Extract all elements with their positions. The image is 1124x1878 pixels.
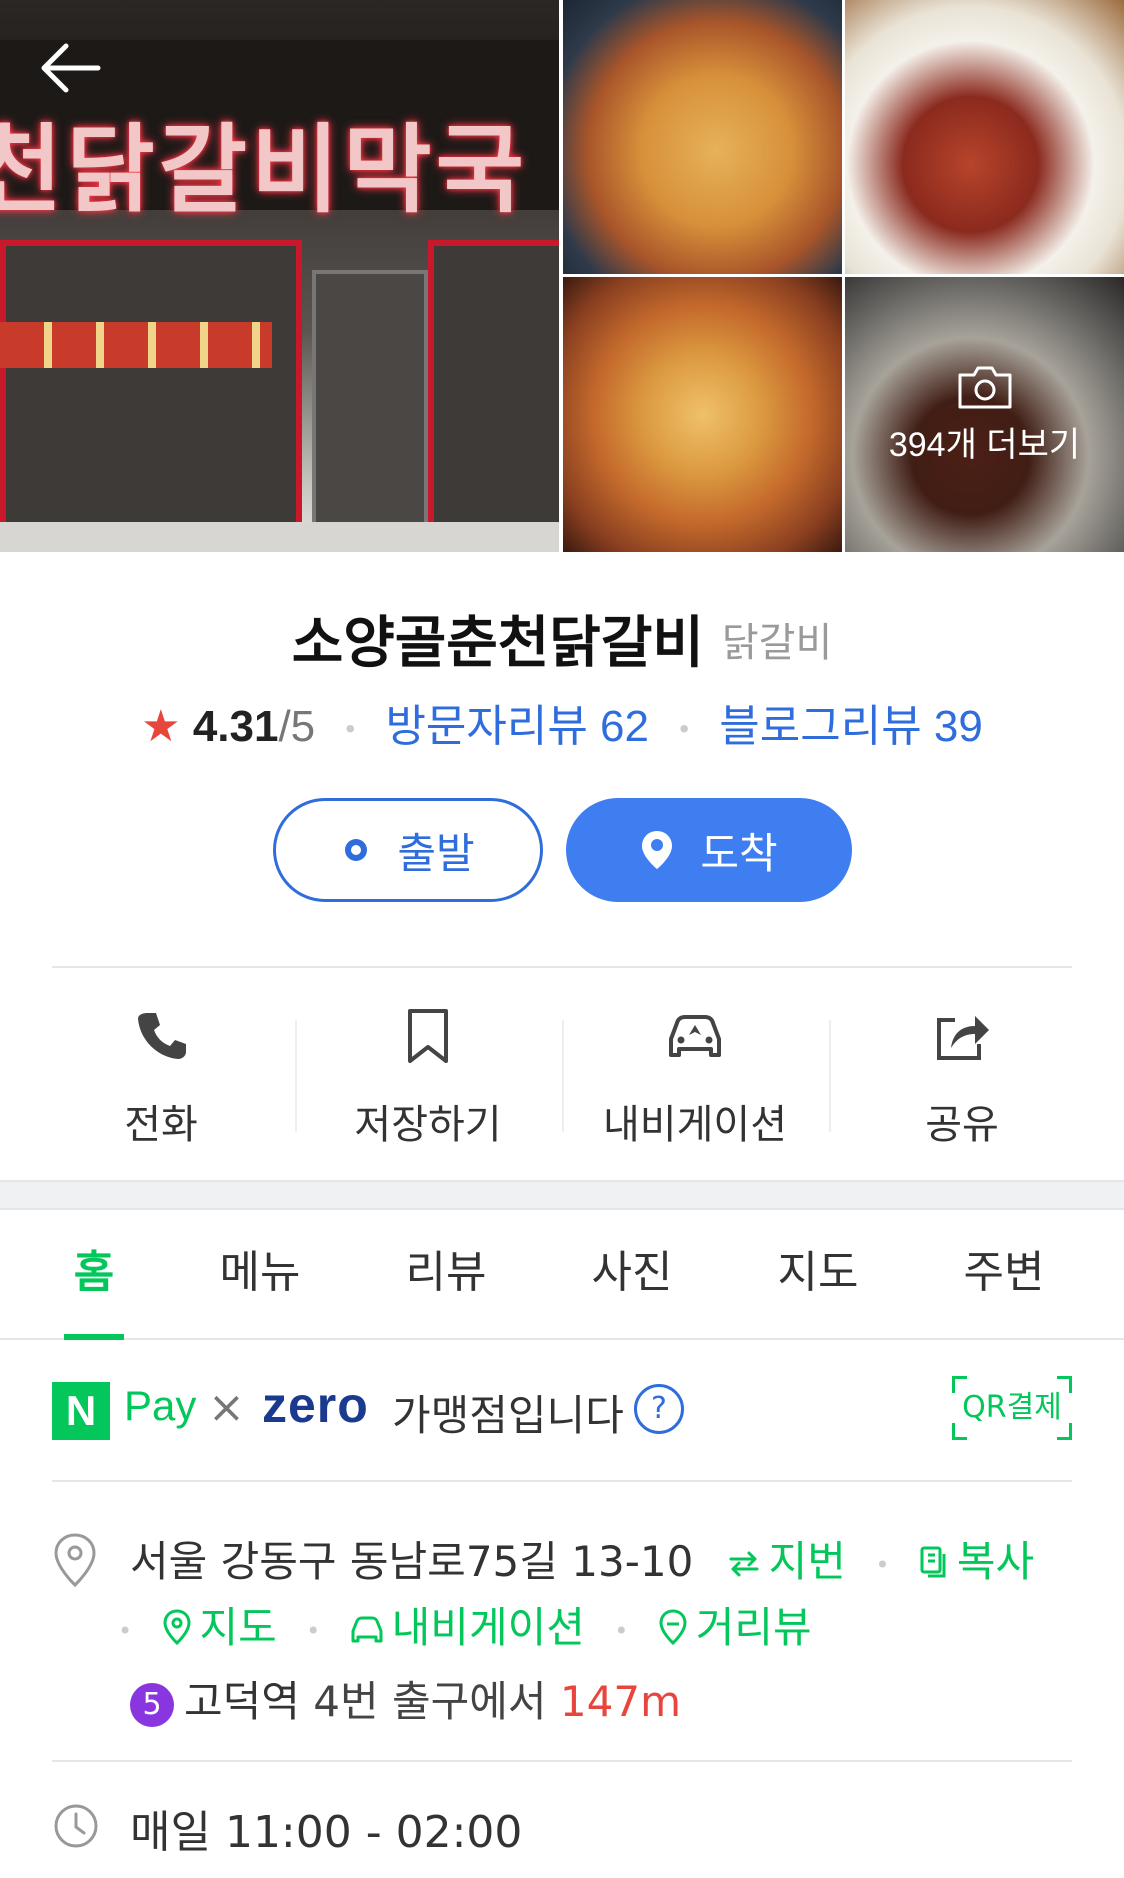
separator-dot: • (118, 1616, 133, 1645)
depart-label: 출발 (397, 828, 475, 878)
tab-nearby[interactable]: 주변 (944, 1208, 1064, 1338)
share-button[interactable]: 공유 (829, 1004, 1095, 1148)
separator-dot: • (345, 713, 356, 745)
navigation-link[interactable]: 내비게이션 (350, 1603, 585, 1652)
car-icon (562, 1004, 828, 1068)
separator-dot: • (875, 1550, 890, 1579)
pay-row: N Pay × zero 가맹점입니다 ? QR결제 (52, 1376, 1072, 1446)
divider (52, 966, 1072, 968)
station-distance: 147m (559, 1677, 681, 1726)
call-button[interactable]: 전화 (28, 1004, 294, 1148)
storefront-window (0, 240, 302, 532)
blog-reviews-link[interactable]: 블로그리뷰 39 (719, 702, 983, 751)
divider (52, 1480, 1072, 1482)
action-row: 전화 저장하기 내비게이션 공유 (0, 1004, 1124, 1148)
qr-pay-label: QR결제 (962, 1390, 1062, 1425)
pay-merchant-text: 가맹점입니다 (392, 1391, 624, 1440)
map-pin-icon (162, 1606, 192, 1655)
photo-gallery: 천닭갈비막국 394개 더보기 (0, 0, 1124, 552)
lot-address-button[interactable]: 지번 (727, 1537, 846, 1586)
call-label: 전화 (124, 1102, 198, 1148)
lot-address-label: 지번 (768, 1537, 846, 1586)
separator-dot: • (614, 1616, 629, 1645)
phone-icon (28, 1004, 294, 1068)
swap-icon (727, 1540, 761, 1589)
window-menu-posters (0, 322, 272, 368)
title-row: 소양골춘천닭갈비 닭갈비 (0, 598, 1124, 679)
map-link-label: 지도 (199, 1603, 277, 1652)
sign-lettering: 천닭갈비막국 (0, 114, 528, 226)
rating-out-of: /5 (278, 702, 316, 751)
camera-icon (958, 366, 1011, 409)
naver-pay-logo: N (52, 1382, 110, 1440)
station-exit-text: 4번 출구에서 (313, 1677, 547, 1726)
station-name: 고덕역 (184, 1677, 300, 1726)
location-pin-icon (52, 1532, 98, 1592)
depart-dot-icon (341, 835, 371, 865)
depart-button[interactable]: 출발 (273, 798, 543, 902)
storefront-window-right (428, 240, 559, 532)
copy-icon (919, 1540, 949, 1589)
bookmark-icon (295, 1004, 561, 1068)
street-view-label: 거리뷰 (695, 1603, 812, 1652)
subway-info: 5 고덕역 4번 출구에서 147m (130, 1668, 681, 1729)
place-title: 소양골춘천닭갈비 (291, 611, 704, 676)
qr-pay-button[interactable]: QR결제 (952, 1376, 1072, 1440)
separator-dot: • (679, 713, 690, 745)
naver-pay-label: Pay (124, 1382, 197, 1429)
save-label: 저장하기 (354, 1102, 502, 1148)
back-arrow-icon[interactable] (38, 40, 102, 96)
save-button[interactable]: 저장하기 (295, 1004, 561, 1148)
active-tab-indicator (64, 1334, 124, 1340)
subway-line-badge: 5 (130, 1682, 174, 1727)
car-icon (350, 1606, 384, 1655)
street-view-icon (658, 1606, 688, 1655)
help-icon[interactable]: ? (634, 1384, 684, 1434)
tab-bar: 홈 메뉴 리뷰 사진 지도 주변 (0, 1208, 1124, 1340)
copy-address-button[interactable]: 복사 (919, 1537, 1034, 1586)
visitor-reviews-link[interactable]: 방문자리뷰 62 (385, 702, 649, 751)
tab-map[interactable]: 지도 (758, 1208, 878, 1338)
place-category: 닭갈비 (721, 619, 833, 666)
times-icon: × (208, 1382, 245, 1433)
navigation-button[interactable]: 내비게이션 (562, 1004, 828, 1148)
business-hours: 매일 11:00 - 02:00 (130, 1807, 523, 1858)
navigation-label: 내비게이션 (603, 1102, 787, 1148)
more-photos-button[interactable]: 394개 더보기 (845, 277, 1124, 552)
tab-home[interactable]: 홈 (44, 1208, 144, 1338)
arrive-button[interactable]: 도착 (566, 798, 852, 902)
share-icon (829, 1004, 1095, 1068)
tab-reviews[interactable]: 리뷰 (386, 1208, 506, 1338)
rating-row: ★ 4.31/5 • 방문자리뷰 62 • 블로그리뷰 39 (0, 690, 1124, 754)
sidewalk (0, 522, 559, 552)
tab-menu[interactable]: 메뉴 (200, 1208, 320, 1338)
more-photos-label: 394개 더보기 (888, 426, 1081, 464)
street-view-link[interactable]: 거리뷰 (658, 1603, 812, 1652)
divider (52, 1760, 1072, 1762)
address-line: 서울 강동구 동남로75길 13-10 지번 • 복사 (130, 1528, 1034, 1589)
location-pin-icon (640, 829, 674, 871)
address-actions: • 지도 • 내비게이션 • 거리뷰 (118, 1594, 812, 1655)
food-photo-3[interactable] (563, 277, 842, 552)
star-icon: ★ (141, 702, 181, 751)
zero-pay-logo: zero (262, 1377, 369, 1433)
food-photo-2[interactable] (845, 0, 1124, 274)
address-text: 서울 강동구 동남로75길 13-10 (130, 1537, 694, 1586)
copy-address-label: 복사 (956, 1537, 1035, 1586)
separator-dot: • (306, 1616, 321, 1645)
tab-photos[interactable]: 사진 (572, 1208, 692, 1338)
clock-icon (52, 1802, 100, 1854)
section-gap (0, 1180, 1124, 1210)
navigation-link-label: 내비게이션 (391, 1603, 585, 1652)
storefront-door (312, 270, 428, 528)
share-label: 공유 (925, 1102, 999, 1148)
food-photo-1[interactable] (563, 0, 842, 274)
arrive-label: 도착 (700, 828, 778, 878)
rating-score: 4.31 (192, 702, 279, 751)
map-link[interactable]: 지도 (162, 1603, 277, 1652)
